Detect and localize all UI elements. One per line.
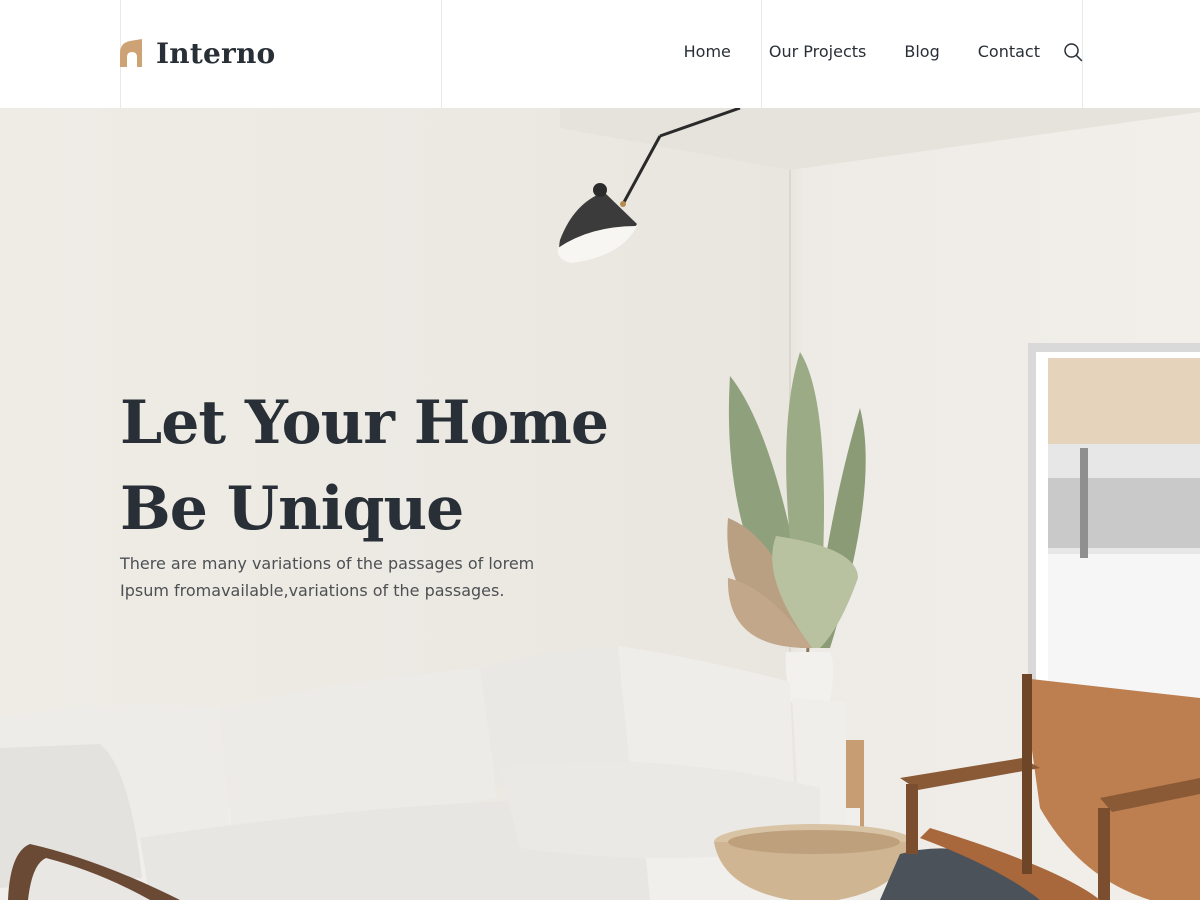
main-nav: Home Our Projects Blog Contact [684,40,1084,64]
hero-description: There are many variations of the passage… [120,554,535,600]
search-icon [1064,43,1083,62]
search-button[interactable] [1062,41,1084,63]
nav-item-contact[interactable]: Contact [978,40,1040,64]
logo-link[interactable]: Interno [120,36,275,70]
window [1028,343,1200,715]
plant [727,352,866,702]
logo-text: Interno [156,36,276,70]
hero-section: Let Your Home Be Unique There are many v… [0,108,1200,900]
site-header: Interno Home Our Projects Blog Contact [0,0,1200,108]
grid-line [441,0,442,108]
nav-item-blog[interactable]: Blog [904,40,939,64]
hero-title: Let Your Home Be Unique [120,388,609,544]
logo-icon [120,39,142,67]
ceiling-shadow [560,108,1200,170]
nav-item-home[interactable]: Home [684,40,731,64]
nav-item-our-projects[interactable]: Our Projects [769,40,866,64]
